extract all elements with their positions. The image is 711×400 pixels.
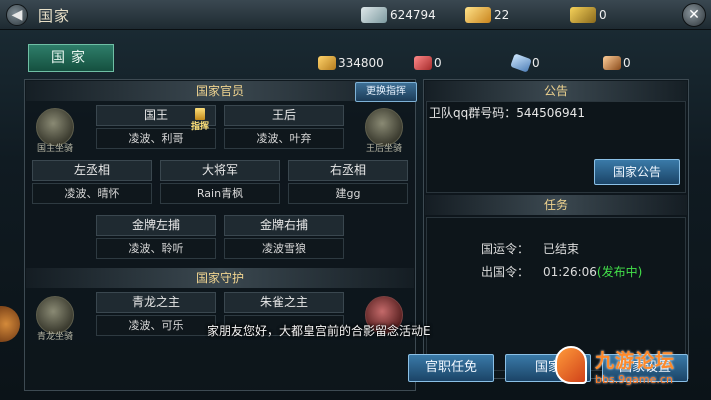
ticket-icon (318, 56, 336, 70)
queen-mount-label: 王后坐骑 (365, 144, 402, 154)
post-right-chancellor[interactable]: 右丞相 建gg (288, 160, 408, 204)
resource-silver: 624794 (361, 6, 436, 24)
subresource-meat: 0 (414, 55, 442, 71)
swap-command-button[interactable]: 更换指挥 (355, 82, 417, 102)
post-general[interactable]: 大将军 Rain青枫 (160, 160, 280, 204)
tab-country[interactable]: 国家 (28, 44, 114, 72)
page-title: 国家 (38, 7, 71, 25)
scrolling-broadcast: 家朋友您好，大都皇宫前的合影留念活动E (207, 324, 431, 338)
post-holder: Rain青枫 (160, 183, 280, 204)
watermark: 九游论坛 bbs.9game.cn (555, 344, 705, 396)
post-holder: 建gg (288, 183, 408, 204)
post-holder: 凌波、可乐 (96, 315, 216, 336)
post-holder: 凌波雪狼 (224, 238, 344, 259)
side-expand-handle[interactable] (0, 306, 20, 342)
resource-chest: 0 (570, 6, 607, 24)
task-value: 已结束 (543, 242, 580, 256)
post-title: 青龙之主 (96, 292, 216, 313)
treasure-chest-icon (570, 7, 596, 23)
post-holder: 凌波、叶弃 (224, 128, 344, 149)
post-title: 朱雀之主 (224, 292, 344, 313)
task-label: 出国令： (481, 265, 530, 279)
post-title: 右丞相 (288, 160, 408, 181)
hammer-icon (603, 56, 621, 70)
post-queen[interactable]: 王后 凌波、叶弃 (224, 105, 344, 149)
game-screen: ◀ 国家 624794 22 0 ✕ 国家 334800 0 0 0 国家官员 (0, 0, 711, 400)
command-tag-label: 指挥 (190, 122, 209, 132)
azure-dragon-mount-label: 青龙坐骑 (36, 332, 73, 342)
resource-chest-value: 0 (599, 8, 607, 22)
subresource-meat-value: 0 (434, 56, 442, 70)
subresource-ticket: 334800 (318, 55, 384, 71)
appoint-dismiss-button[interactable]: 官职任免 (408, 354, 494, 382)
command-tag: 指挥 (182, 108, 218, 132)
subresource-gem-value: 0 (532, 56, 540, 70)
notice-heading: 公告 (425, 81, 687, 101)
watermark-title: 九游论坛 (595, 350, 676, 372)
post-title: 左丞相 (32, 160, 152, 181)
silver-ingot-icon (361, 7, 387, 23)
resource-gold-value: 22 (494, 8, 510, 22)
post-left-chancellor[interactable]: 左丞相 凌波、晴怀 (32, 160, 152, 204)
post-gold-right-catcher[interactable]: 金牌右捕 凌波雪狼 (224, 215, 344, 259)
close-icon[interactable]: ✕ (682, 3, 706, 27)
9game-logo-icon (555, 346, 587, 384)
top-bar: ◀ 国家 624794 22 0 ✕ (0, 0, 711, 30)
guardians-heading: 国家守护 (26, 268, 414, 288)
task-row-expedition: 出国令： 01:26:06(发布中) (481, 263, 642, 280)
post-holder: 凌波、聆听 (96, 238, 216, 259)
king-mount-label: 国主坐骑 (36, 144, 73, 154)
task-heading: 任务 (425, 195, 687, 215)
watermark-url: bbs.9game.cn (595, 373, 673, 386)
post-gold-left-catcher[interactable]: 金牌左捕 凌波、聆听 (96, 215, 216, 259)
gold-ingot-icon (465, 7, 491, 23)
post-azure-dragon-lord[interactable]: 青龙之主 凌波、可乐 (96, 292, 216, 336)
subresource-hammer: 0 (603, 55, 631, 71)
post-holder: 凌波、晴怀 (32, 183, 152, 204)
task-value: 01:26:06 (543, 265, 597, 279)
resource-silver-value: 624794 (390, 8, 436, 22)
subresource-ticket-value: 334800 (338, 56, 384, 70)
gem-icon (510, 53, 532, 73)
meat-icon (414, 56, 432, 70)
back-arrow-icon[interactable]: ◀ (6, 4, 28, 26)
post-title: 金牌左捕 (96, 215, 216, 236)
task-status: (发布中) (596, 265, 643, 279)
officials-panel (24, 79, 416, 391)
post-title: 大将军 (160, 160, 280, 181)
subresource-hammer-value: 0 (623, 56, 631, 70)
country-notice-button[interactable]: 国家公告 (594, 159, 680, 185)
task-label: 国运令： (481, 242, 530, 256)
notice-text: 卫队qq群号码：544506941 (429, 106, 585, 120)
post-title: 王后 (224, 105, 344, 126)
task-row-national-fortune: 国运令： 已结束 (481, 240, 579, 257)
resource-gold: 22 (465, 6, 509, 24)
subresource-gem: 0 (510, 53, 540, 73)
post-title: 金牌右捕 (224, 215, 344, 236)
